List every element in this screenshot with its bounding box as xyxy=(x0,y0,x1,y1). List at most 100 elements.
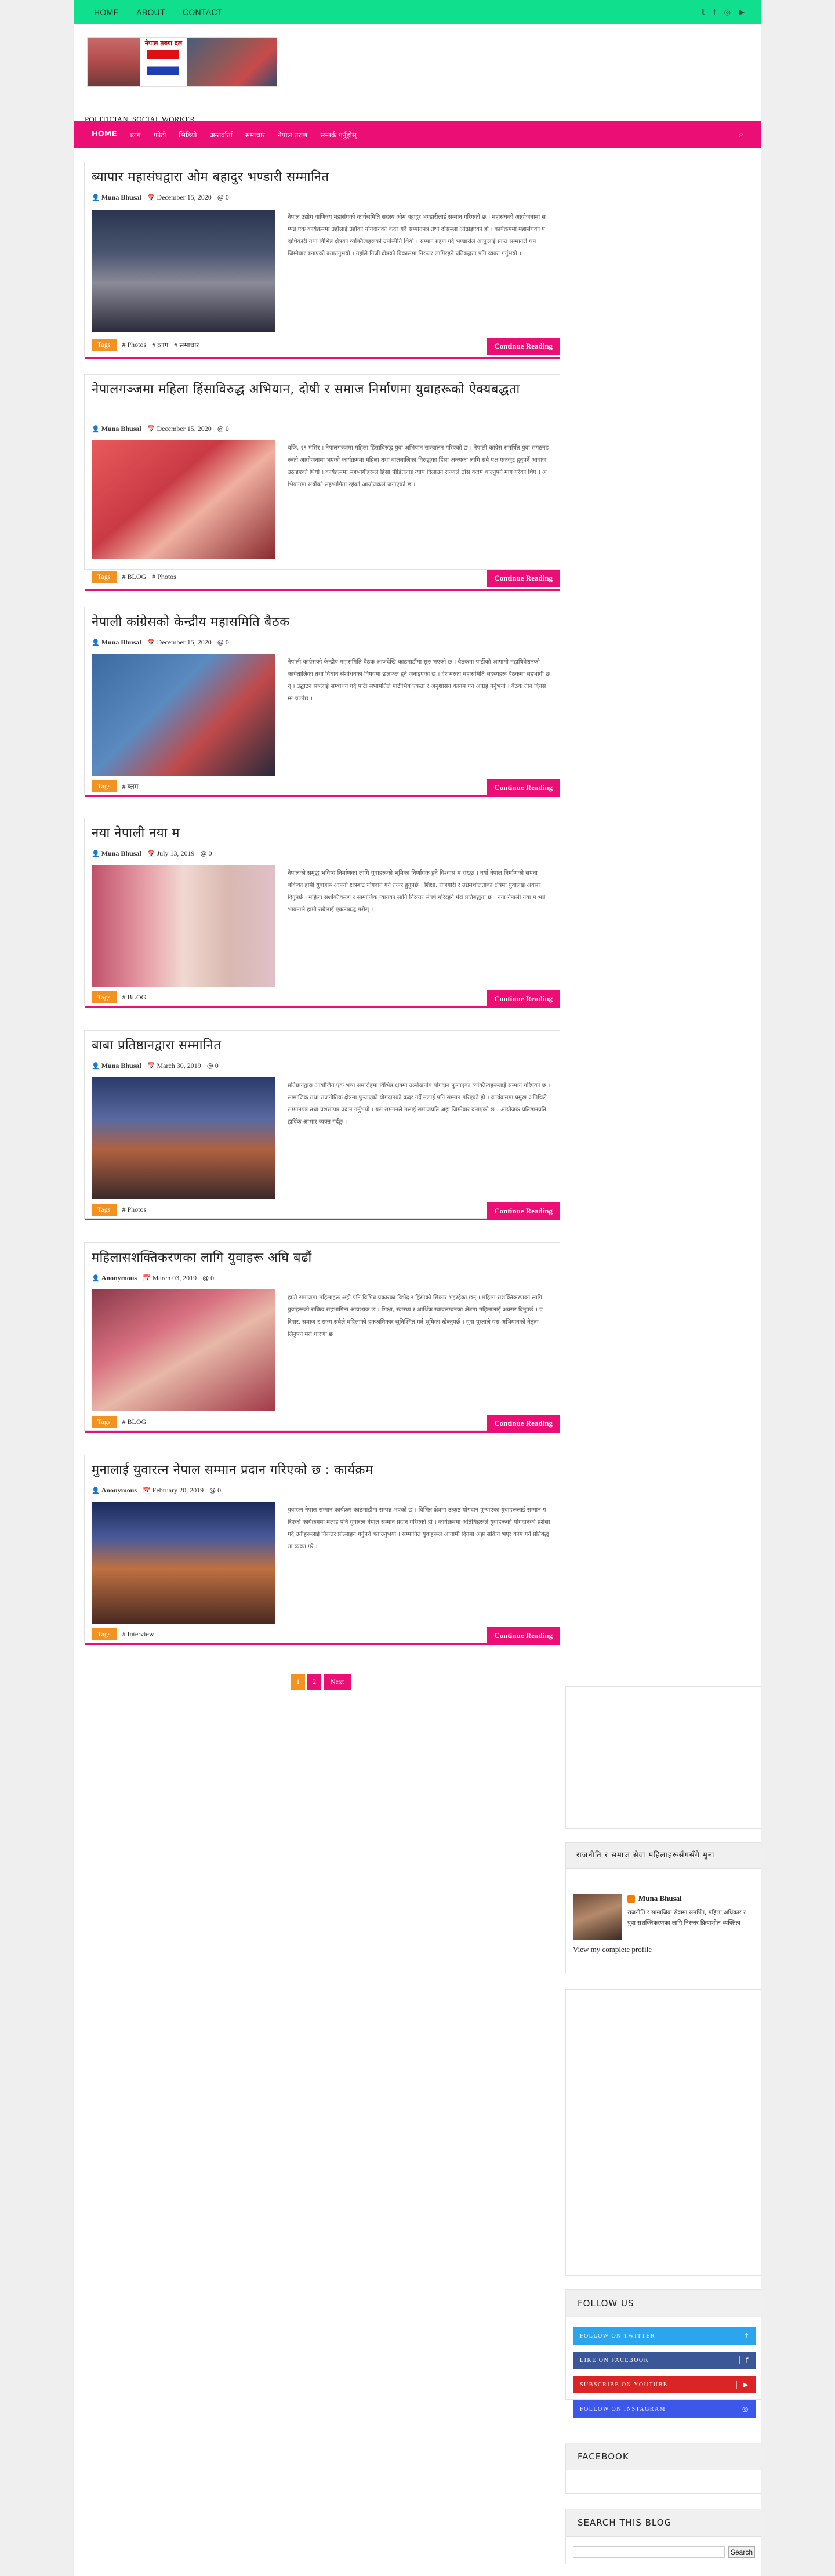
post-author[interactable]: Anonymous xyxy=(101,1486,137,1494)
tag-link[interactable]: # BLOG xyxy=(122,993,147,1002)
tag-link[interactable]: # Photos xyxy=(122,1205,147,1214)
post-comments[interactable]: 0 xyxy=(208,849,212,857)
main-nav-home[interactable]: HOME xyxy=(92,130,117,140)
post-author[interactable]: Muna Bhusal xyxy=(101,193,141,201)
post-card: नया नेपाली नया म 👤 Muna Bhusal 📅 July 13… xyxy=(84,818,560,1008)
tag-link[interactable]: # Photos xyxy=(122,340,147,349)
main-nav-interview[interactable]: अन्तर्वार्ता xyxy=(209,130,232,140)
post-divider xyxy=(85,1431,560,1433)
post-date: February 20, 2019 xyxy=(152,1486,204,1494)
post-comments[interactable]: 0 xyxy=(226,638,229,646)
continue-reading-button[interactable]: Continue Reading xyxy=(487,1627,560,1644)
facebook-widget-title: FACEBOOK xyxy=(566,2443,761,2470)
follow-youtube-button[interactable]: SUBSCRIBE ON YOUTUBE ▶ xyxy=(573,2376,756,2393)
tags-label: Tags xyxy=(92,1415,117,1428)
top-nav-home[interactable]: HOME xyxy=(94,8,119,17)
post-thumbnail[interactable] xyxy=(92,210,275,332)
tag-link[interactable]: # समाचार xyxy=(174,340,199,350)
post-excerpt: बाँके, २९ मंसिर । नेपालगञ्जमा महिला हिंस… xyxy=(288,445,549,488)
post-card: बाबा प्रतिष्ठानद्वारा सम्मानित 👤 Muna Bh… xyxy=(84,1030,560,1220)
tag-link[interactable]: # ब्लग xyxy=(152,340,168,350)
instagram-icon[interactable]: ◎ xyxy=(724,8,731,17)
post-thumbnail[interactable] xyxy=(92,1289,275,1411)
post-author[interactable]: Muna Bhusal xyxy=(101,425,141,433)
main-nav-photo[interactable]: फोटो xyxy=(154,130,166,140)
top-social-icons: 𝕥 f ◎ ▶ xyxy=(702,8,745,17)
page-link[interactable]: 2 xyxy=(307,1674,321,1690)
page: HOME ABOUT CONTACT 𝕥 f ◎ ▶ नेपाल तरुण दल… xyxy=(74,0,761,2576)
search-icon[interactable]: ⌕ xyxy=(739,130,743,139)
follow-twitter-label: FOLLOW ON TWITTER xyxy=(580,2332,656,2339)
search-button[interactable]: Search xyxy=(728,2546,755,2558)
post-thumbnail[interactable] xyxy=(92,1077,275,1199)
next-page-button[interactable]: Next xyxy=(324,1674,351,1690)
main-nav-video[interactable]: भिडियो xyxy=(179,130,197,140)
post-author[interactable]: Muna Bhusal xyxy=(101,638,141,646)
user-icon: 👤 xyxy=(92,1487,100,1494)
post-comments[interactable]: 0 xyxy=(215,1061,219,1070)
post-card: ब्यापार महासंघद्वारा ओम बहादुर भण्डारी स… xyxy=(84,162,560,359)
follow-twitter-button[interactable]: FOLLOW ON TWITTER 𝕥 xyxy=(573,2327,756,2345)
facebook-widget: FACEBOOK xyxy=(565,2443,761,2494)
main-nav-youth[interactable]: नेपाल तरुण xyxy=(278,130,307,140)
top-nav: HOME ABOUT CONTACT xyxy=(94,8,223,17)
follow-instagram-button[interactable]: FOLLOW ON INSTAGRAM ◎ xyxy=(573,2400,756,2418)
profile-name-link[interactable]: Muna Bhusal xyxy=(638,1894,682,1903)
post-thumbnail[interactable] xyxy=(92,1502,275,1624)
comment-icon: @ xyxy=(217,639,224,646)
continue-reading-button[interactable]: Continue Reading xyxy=(487,1202,560,1220)
calendar-icon: 📅 xyxy=(147,425,155,433)
tag-link[interactable]: # BLOG xyxy=(122,573,147,581)
user-icon: 👤 xyxy=(92,850,100,857)
youtube-icon[interactable]: ▶ xyxy=(739,8,745,17)
tag-link[interactable]: # Photos xyxy=(152,573,176,581)
post-title[interactable]: नेपाली कांग्रेसको केन्द्रीय महासमिति बैठ… xyxy=(92,613,553,632)
top-nav-about[interactable]: ABOUT xyxy=(136,8,165,17)
continue-reading-button[interactable]: Continue Reading xyxy=(487,1415,560,1432)
post-title[interactable]: बाबा प्रतिष्ठानद्वारा सम्मानित xyxy=(92,1037,553,1055)
profile-photo[interactable] xyxy=(573,1894,622,1940)
post-title[interactable]: महिलासशक्तिकरणका लागि युवाहरू अघि बढौं xyxy=(92,1249,553,1267)
post-comments[interactable]: 0 xyxy=(226,425,229,433)
main-nav-contact[interactable]: सम्पर्क गर्नुहोस् xyxy=(320,130,357,140)
post-comments[interactable]: 0 xyxy=(210,1274,214,1282)
continue-reading-button[interactable]: Continue Reading xyxy=(487,990,560,1008)
top-nav-contact[interactable]: CONTACT xyxy=(183,8,223,17)
post-thumbnail[interactable] xyxy=(92,654,275,776)
facebook-icon[interactable]: f xyxy=(713,8,716,17)
profile-description: राजनीति र सामाजिक सेवामा समर्पित, महिला … xyxy=(627,1910,746,1926)
search-widget: SEARCH THIS BLOG Search xyxy=(565,2509,761,2564)
tag-link[interactable]: # BLOG xyxy=(122,1418,147,1426)
post-thumbnail[interactable] xyxy=(92,865,275,987)
site-logo[interactable]: नेपाल तरुण दल xyxy=(87,37,277,87)
comment-icon: @ xyxy=(200,850,207,857)
user-icon: 👤 xyxy=(92,1062,100,1070)
post-card: मुनालाई युवारत्न नेपाल सम्मान प्रदान गरि… xyxy=(84,1455,560,1645)
post-comments[interactable]: 0 xyxy=(226,193,229,201)
follow-facebook-button[interactable]: LIKE ON FACEBOOK f xyxy=(573,2352,756,2369)
post-title[interactable]: ब्यापार महासंघद्वारा ओम बहादुर भण्डारी स… xyxy=(92,168,553,187)
post-comments[interactable]: 0 xyxy=(217,1486,221,1494)
post-title[interactable]: मुनालाई युवारत्न नेपाल सम्मान प्रदान गरि… xyxy=(92,1461,553,1480)
tag-link[interactable]: # Interview xyxy=(122,1630,154,1639)
calendar-icon: 📅 xyxy=(147,194,155,201)
twitter-icon[interactable]: 𝕥 xyxy=(702,8,705,17)
post-author[interactable]: Muna Bhusal xyxy=(101,1061,141,1070)
search-input[interactable] xyxy=(573,2546,725,2558)
continue-reading-button[interactable]: Continue Reading xyxy=(487,779,560,796)
post-title[interactable]: नया नेपाली नया म xyxy=(92,824,553,843)
logo-text: नेपाल तरुण दल xyxy=(144,39,183,47)
main-nav-news[interactable]: समाचार xyxy=(245,130,265,140)
calendar-icon: 📅 xyxy=(143,1487,151,1494)
post-title[interactable]: नेपालगञ्जमा महिला हिंसाविरुद्ध अभियान, द… xyxy=(92,381,553,399)
tag-link[interactable]: # ब्लग xyxy=(122,781,139,791)
post-author[interactable]: Muna Bhusal xyxy=(101,849,141,857)
view-profile-link[interactable]: View my complete profile xyxy=(573,1945,652,1954)
continue-reading-button[interactable]: Continue Reading xyxy=(487,570,560,587)
post-author[interactable]: Anonymous xyxy=(101,1274,137,1282)
post-thumbnail[interactable] xyxy=(92,440,275,559)
continue-reading-button[interactable]: Continue Reading xyxy=(487,338,560,355)
ad-widget-2 xyxy=(565,1989,761,2276)
post-meta: 👤 Muna Bhusal 📅 December 15, 2020 @ 0 xyxy=(92,193,229,202)
main-nav-blog[interactable]: ब्लग xyxy=(130,130,141,140)
